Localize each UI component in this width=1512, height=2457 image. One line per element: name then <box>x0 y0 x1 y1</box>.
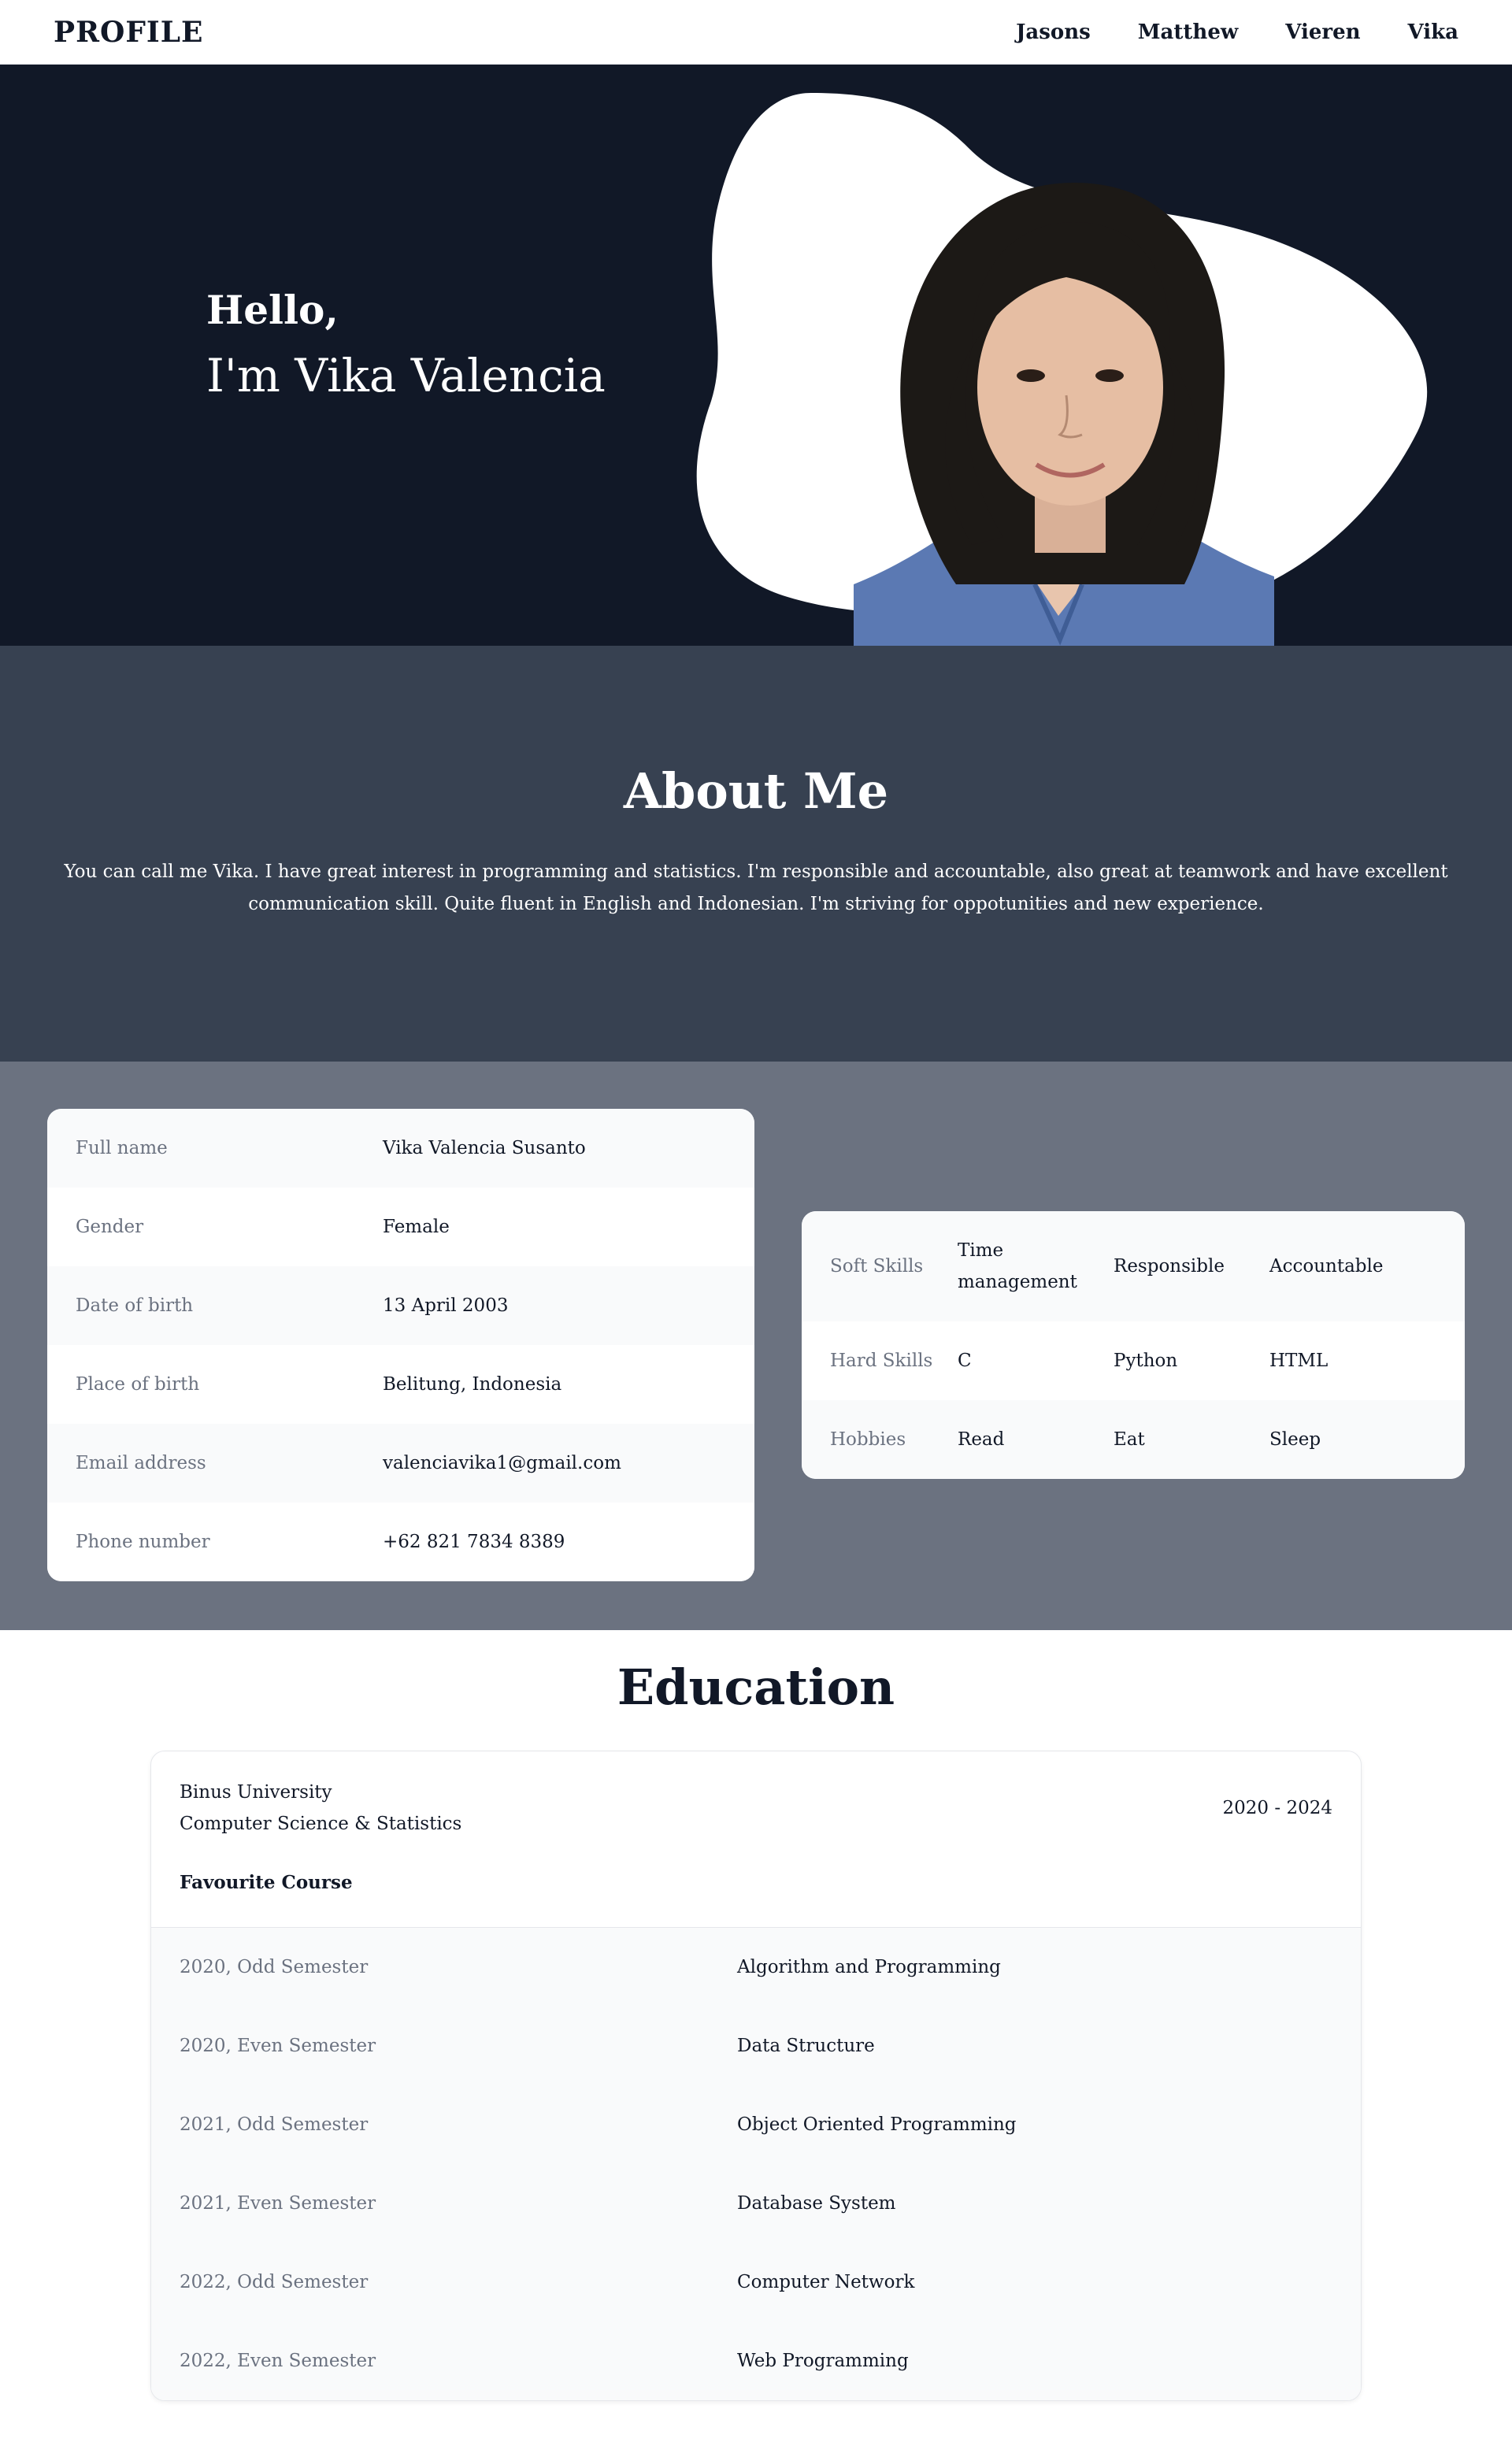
info-section: Full name Vika Valencia Susanto Gender F… <box>0 1062 1512 1630</box>
skills-label: Hard Skills <box>830 1351 933 1371</box>
hero-greeting: Hello, <box>206 287 339 333</box>
personal-label: Full name <box>76 1138 168 1158</box>
course-row: 2021, Even Semester Database System <box>151 2164 1361 2243</box>
education-card: Binus University Computer Science & Stat… <box>150 1751 1362 2401</box>
education-section: Education Binus University Computer Scie… <box>0 1630 1512 2401</box>
personal-value: Female <box>383 1217 450 1237</box>
personal-info-table: Full name Vika Valencia Susanto Gender F… <box>47 1109 754 1581</box>
course-name: Web Programming <box>737 2351 909 2371</box>
personal-value: +62 821 7834 8389 <box>383 1532 565 1552</box>
course-row: 2022, Odd Semester Computer Network <box>151 2243 1361 2322</box>
skills-value: Read <box>958 1429 1005 1450</box>
personal-label: Email address <box>76 1453 206 1473</box>
course-row: 2020, Even Semester Data Structure <box>151 2007 1361 2085</box>
course-row: 2020, Odd Semester Algorithm and Program… <box>151 1928 1361 2007</box>
about-text: You can call me Vika. I have great inter… <box>64 862 1448 914</box>
personal-label: Place of birth <box>76 1374 200 1395</box>
skills-value: Responsible <box>1114 1256 1225 1277</box>
course-semester: 2020, Odd Semester <box>180 1957 369 1977</box>
skills-row-soft: Soft Skills Time management Responsible … <box>802 1211 1465 1321</box>
course-semester: 2021, Odd Semester <box>180 2114 369 2135</box>
course-semester: 2022, Odd Semester <box>180 2272 369 2292</box>
skills-value: Sleep <box>1269 1429 1321 1450</box>
course-name: Object Oriented Programming <box>737 2114 1017 2135</box>
course-name: Data Structure <box>737 2036 875 2056</box>
hero-section: Hello, I'm Vika Valencia <box>0 65 1512 646</box>
personal-value: valenciavika1@gmail.com <box>383 1453 621 1473</box>
top-navbar: PROFILE Jasons Matthew Vieren Vika <box>0 0 1512 65</box>
skills-value: Accountable <box>1269 1256 1384 1277</box>
skills-table: Soft Skills Time management Responsible … <box>802 1211 1465 1479</box>
personal-row-full-name: Full name Vika Valencia Susanto <box>47 1109 754 1188</box>
main-nav: Jasons Matthew Vieren Vika <box>1016 20 1458 44</box>
hero-name: I'm Vika Valencia <box>206 349 606 402</box>
course-name: Computer Network <box>737 2272 915 2292</box>
course-semester: 2020, Even Semester <box>180 2036 376 2056</box>
nav-link-vieren[interactable]: Vieren <box>1285 20 1360 44</box>
skills-value: HTML <box>1269 1351 1329 1371</box>
skills-value: C <box>958 1351 972 1371</box>
personal-row-place-of-birth: Place of birth Belitung, Indonesia <box>47 1345 754 1424</box>
brand-logo[interactable]: PROFILE <box>54 16 204 49</box>
personal-row-date-of-birth: Date of birth 13 April 2003 <box>47 1266 754 1345</box>
education-school: Binus University <box>180 1782 332 1803</box>
course-row: 2022, Even Semester Web Programming <box>151 2322 1361 2400</box>
personal-row-gender: Gender Female <box>47 1188 754 1266</box>
course-name: Database System <box>737 2193 896 2214</box>
education-title: Education <box>617 1658 895 1716</box>
personal-label: Date of birth <box>76 1295 194 1316</box>
skills-label: Hobbies <box>830 1429 906 1450</box>
skills-value: Python <box>1114 1351 1178 1371</box>
favourite-course-heading: Favourite Course <box>151 1838 1361 1928</box>
course-semester: 2021, Even Semester <box>180 2193 376 2214</box>
personal-value: Belitung, Indonesia <box>383 1374 562 1395</box>
nav-link-jasons[interactable]: Jasons <box>1016 20 1091 44</box>
course-row: 2021, Odd Semester Object Oriented Progr… <box>151 2085 1361 2164</box>
education-school-block: Binus University Computer Science & Stat… <box>180 1777 461 1840</box>
hero-text: Hello, I'm Vika Valencia <box>206 287 606 402</box>
education-major: Computer Science & Statistics <box>180 1814 462 1834</box>
skills-value: Eat <box>1114 1429 1145 1450</box>
personal-label: Gender <box>76 1217 144 1237</box>
education-header: Binus University Computer Science & Stat… <box>151 1751 1361 1838</box>
personal-value: 13 April 2003 <box>383 1295 509 1316</box>
skills-label: Soft Skills <box>830 1256 924 1277</box>
nav-link-vika[interactable]: Vika <box>1408 20 1458 44</box>
personal-value: Vika Valencia Susanto <box>383 1138 586 1158</box>
personal-row-email: Email address valenciavika1@gmail.com <box>47 1424 754 1503</box>
personal-label: Phone number <box>76 1532 210 1552</box>
skills-value: Time management <box>958 1240 1077 1292</box>
skills-row-hard: Hard Skills C Python HTML <box>802 1321 1465 1400</box>
about-title: About Me <box>623 762 889 820</box>
skills-row-hobbies: Hobbies Read Eat Sleep <box>802 1400 1465 1479</box>
course-semester: 2022, Even Semester <box>180 2351 376 2371</box>
about-section: About Me You can call me Vika. I have gr… <box>0 646 1512 1062</box>
education-years: 2020 - 2024 <box>1222 1798 1332 1818</box>
nav-link-matthew[interactable]: Matthew <box>1138 20 1238 44</box>
profile-photo <box>854 183 1274 646</box>
course-name: Algorithm and Programming <box>737 1957 1001 1977</box>
personal-row-phone: Phone number +62 821 7834 8389 <box>47 1503 754 1581</box>
